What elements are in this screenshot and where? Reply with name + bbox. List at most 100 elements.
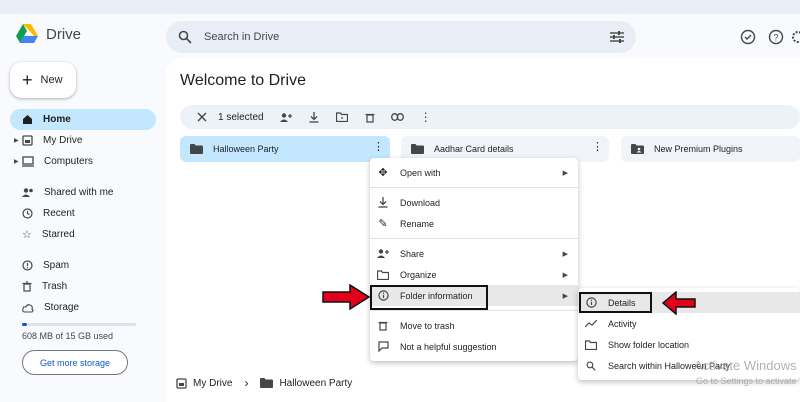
selection-toolbar: 1 selected ⋮ [180, 105, 800, 129]
clear-selection-icon[interactable] [188, 105, 216, 129]
highlight-box-details [579, 292, 652, 313]
clock-icon [22, 208, 33, 219]
shared-folder-icon [631, 144, 644, 154]
sidebar-item-trash[interactable]: Trash [10, 276, 156, 297]
sidebar-item-storage[interactable]: Storage [10, 297, 156, 318]
activate-windows-watermark: Activate Windows [694, 358, 797, 373]
sidebar-item-my-drive[interactable]: ▶ My Drive [10, 130, 156, 151]
folder-name: New Premium Plugins [654, 144, 743, 154]
folder-icon [260, 378, 274, 388]
menu-item-open-with[interactable]: ✥ Open with ▶ [370, 162, 578, 183]
search-bar[interactable]: Search in Drive [166, 21, 636, 53]
storage-used-text: 608 MB of 15 GB used [22, 331, 114, 341]
context-menu: ✥ Open with ▶ Download ✎ Rename Share ▶ … [370, 158, 578, 361]
menu-item-not-helpful[interactable]: Not a helpful suggestion [370, 336, 578, 357]
sidebar-item-label: Recent [43, 208, 75, 219]
page-title: Welcome to Drive [180, 72, 306, 89]
sidebar-item-label: Trash [42, 281, 68, 292]
sidebar-item-label: Home [43, 114, 71, 125]
link-icon[interactable] [384, 105, 412, 129]
download-icon[interactable] [300, 105, 328, 129]
drive-logo[interactable]: Drive [16, 24, 81, 44]
drive-logo-icon [16, 24, 38, 43]
folder-outline-icon [584, 338, 598, 352]
open-with-icon: ✥ [378, 167, 388, 179]
menu-item-label: Open with [400, 167, 441, 178]
search-icon[interactable] [178, 30, 192, 44]
folder-icon [411, 144, 424, 154]
computers-icon [22, 156, 34, 167]
search-input[interactable]: Search in Drive [204, 31, 610, 43]
trash-icon[interactable] [356, 105, 384, 129]
offline-ready-icon[interactable] [738, 27, 758, 47]
menu-divider [370, 310, 578, 311]
star-icon: ☆ [22, 229, 32, 241]
new-button[interactable]: + New [10, 62, 76, 98]
folder-more-icon[interactable]: ⋮ [373, 142, 384, 153]
highlight-box-folder-information [370, 285, 488, 310]
menu-item-show-folder-location[interactable]: Show folder location [578, 334, 800, 355]
trash-icon [376, 319, 390, 333]
sidebar-item-label: Computers [44, 156, 93, 167]
feedback-icon [376, 340, 390, 354]
menu-item-label: Download [400, 197, 441, 208]
annotation-arrow-right-icon [322, 284, 370, 310]
menu-item-share[interactable]: Share ▶ [370, 243, 578, 264]
sidebar-item-computers[interactable]: ▶ Computers [10, 151, 156, 172]
expand-caret-icon[interactable]: ▶ [14, 137, 19, 144]
sidebar-nav: Home ▶ My Drive ▶ Computers Shared with … [10, 109, 156, 318]
breadcrumb-current[interactable]: Halloween Party [279, 378, 352, 389]
sidebar-item-starred[interactable]: ☆ Starred [10, 224, 156, 245]
sidebar-item-recent[interactable]: Recent [10, 203, 156, 224]
menu-item-rename[interactable]: ✎ Rename [370, 213, 578, 234]
menu-item-organize[interactable]: Organize ▶ [370, 264, 578, 285]
submenu-arrow-icon: ▶ [562, 169, 568, 177]
menu-item-activity[interactable]: Activity [578, 313, 800, 334]
folder-card-halloween-party[interactable]: Halloween Party ⋮ [180, 136, 390, 162]
sidebar-item-home[interactable]: Home [10, 109, 156, 130]
menu-item-label: Organize [400, 269, 437, 280]
search-icon [584, 359, 598, 373]
sidebar-item-label: Storage [44, 302, 80, 313]
get-more-storage-button[interactable]: Get more storage [22, 350, 128, 375]
more-actions-icon[interactable]: ⋮ [412, 105, 440, 129]
sidebar-item-shared[interactable]: Shared with me [10, 182, 156, 203]
sidebar-item-label: Shared with me [44, 187, 114, 198]
storage-meter-fill [22, 323, 27, 326]
trash-icon [22, 281, 32, 292]
folder-name: Aadhar Card details [434, 144, 514, 154]
folder-name: Halloween Party [213, 144, 279, 154]
new-button-label: New [40, 74, 63, 86]
shared-icon [22, 188, 33, 197]
organize-icon [376, 268, 390, 282]
spam-icon [22, 260, 33, 271]
chevron-right-icon: › [244, 376, 249, 390]
share-icon[interactable] [272, 105, 300, 129]
expand-caret-icon[interactable]: ▶ [14, 158, 19, 165]
filter-options-icon[interactable] [610, 31, 624, 43]
menu-divider [370, 187, 578, 188]
menu-item-label: Rename [400, 218, 435, 229]
sidebar-item-spam[interactable]: Spam [10, 255, 156, 276]
share-icon [376, 247, 390, 261]
menu-item-label: Move to trash [400, 320, 455, 331]
help-icon[interactable]: ? [766, 27, 786, 47]
submenu-arrow-icon: ▶ [562, 271, 568, 279]
activity-icon [584, 317, 598, 331]
settings-icon[interactable] [788, 27, 800, 47]
move-icon[interactable] [328, 105, 356, 129]
folder-card-premium-plugins[interactable]: New Premium Plugins [621, 136, 800, 162]
browser-top-band [0, 0, 800, 14]
breadcrumb: My Drive › Halloween Party [176, 376, 352, 390]
menu-item-move-to-trash[interactable]: Move to trash [370, 315, 578, 336]
menu-item-download[interactable]: Download [370, 192, 578, 213]
menu-item-label: Share [400, 248, 425, 259]
plus-icon: + [22, 70, 33, 90]
folder-more-icon[interactable]: ⋮ [592, 142, 603, 153]
breadcrumb-root[interactable]: My Drive [193, 378, 232, 389]
submenu-arrow-icon: ▶ [562, 250, 568, 258]
annotation-arrow-left-icon [662, 291, 696, 315]
menu-item-label: Show folder location [608, 339, 690, 350]
sidebar-item-label: My Drive [43, 135, 83, 146]
home-icon [23, 115, 32, 124]
